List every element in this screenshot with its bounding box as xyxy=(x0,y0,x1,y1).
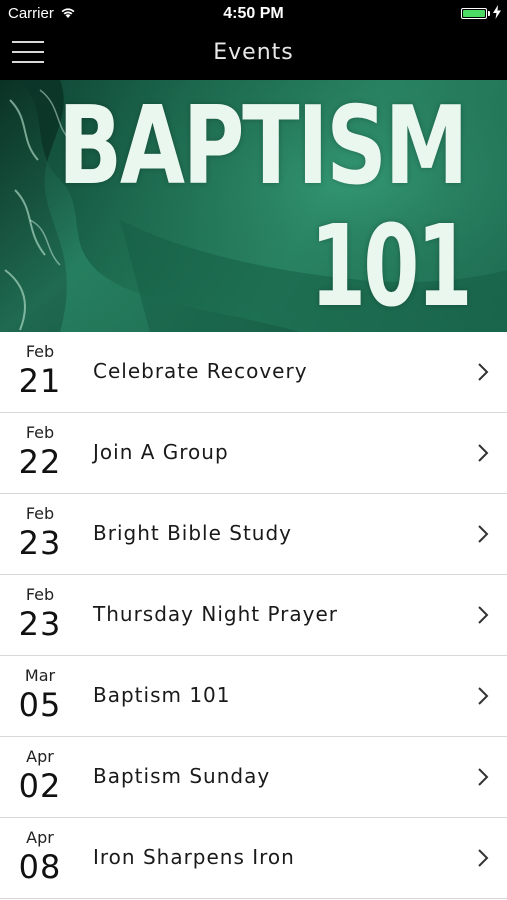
events-list: Feb 21 Celebrate Recovery Feb 22 Join A … xyxy=(0,332,507,899)
event-date: Feb 22 xyxy=(0,423,80,481)
event-day: 21 xyxy=(18,362,62,400)
chevron-right-icon xyxy=(478,444,489,462)
event-title: Bright Bible Study xyxy=(93,521,293,545)
event-month: Mar xyxy=(24,666,56,685)
event-month: Feb xyxy=(25,423,55,442)
event-title: Baptism 101 xyxy=(93,683,231,707)
event-row-bright-bible-study[interactable]: Feb 23 Bright Bible Study xyxy=(0,494,507,575)
event-date: Mar 05 xyxy=(0,666,80,724)
status-time: 4:50 PM xyxy=(223,5,284,22)
event-date: Apr 08 xyxy=(0,828,80,886)
event-month: Apr xyxy=(26,828,54,847)
event-month: Feb xyxy=(25,585,55,604)
event-row-iron-sharpens-iron[interactable]: Apr 08 Iron Sharpens Iron xyxy=(0,818,507,899)
event-row-baptism-sunday[interactable]: Apr 02 Baptism Sunday xyxy=(0,737,507,818)
battery-tip xyxy=(488,11,490,16)
event-day: 23 xyxy=(18,605,62,643)
event-row-baptism-101[interactable]: Mar 05 Baptism 101 xyxy=(0,656,507,737)
event-month: Feb xyxy=(25,342,55,361)
event-month: Apr xyxy=(26,747,54,766)
banner-title-line2: 101 xyxy=(310,202,473,332)
chevron-right-icon xyxy=(478,768,489,786)
chevron-right-icon xyxy=(478,363,489,381)
event-date: Apr 02 xyxy=(0,747,80,805)
chevron-right-icon xyxy=(478,849,489,867)
battery-level-fill xyxy=(463,10,485,17)
chevron-right-icon xyxy=(478,606,489,624)
page-title: Events xyxy=(213,40,294,65)
event-title: Join A Group xyxy=(93,440,229,464)
chevron-right-icon xyxy=(478,687,489,705)
event-date: Feb 21 xyxy=(0,342,80,400)
event-date: Feb 23 xyxy=(0,585,80,643)
charging-icon xyxy=(493,5,501,22)
event-title: Thursday Night Prayer xyxy=(93,602,338,626)
event-row-thursday-night-prayer[interactable]: Feb 23 Thursday Night Prayer xyxy=(0,575,507,656)
event-row-join-a-group[interactable]: Feb 22 Join A Group xyxy=(0,413,507,494)
event-title: Celebrate Recovery xyxy=(93,359,308,383)
event-day: 23 xyxy=(18,524,62,562)
event-month: Feb xyxy=(25,504,55,523)
status-bar: Carrier 4:50 PM xyxy=(0,0,507,28)
event-title: Iron Sharpens Iron xyxy=(93,845,295,869)
event-title: Baptism Sunday xyxy=(93,764,271,788)
event-banner-image[interactable]: BAPTISM 101 xyxy=(0,80,507,332)
navigation-bar: Events xyxy=(0,28,507,80)
event-date: Feb 23 xyxy=(0,504,80,562)
event-row-celebrate-recovery[interactable]: Feb 21 Celebrate Recovery xyxy=(0,332,507,413)
chevron-right-icon xyxy=(478,525,489,543)
event-day: 08 xyxy=(18,848,62,886)
event-day: 02 xyxy=(18,767,62,805)
battery-icon xyxy=(461,8,487,19)
event-day: 22 xyxy=(18,443,62,481)
event-day: 05 xyxy=(18,686,62,724)
banner-title-line1: BAPTISM xyxy=(58,84,468,209)
